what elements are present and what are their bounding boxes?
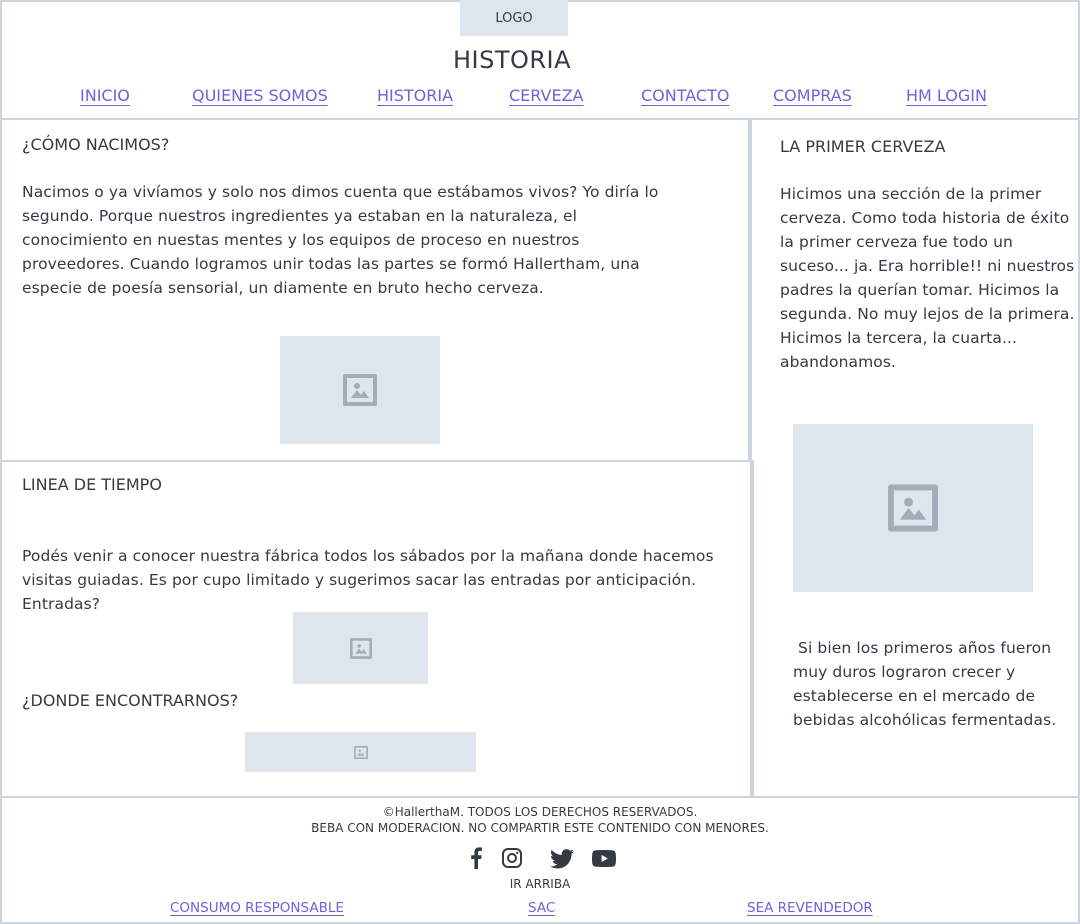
first-beer-heading: LA PRIMER CERVEZA <box>780 137 946 156</box>
page-title: HISTORIA <box>452 46 572 74</box>
nav-inicio[interactable]: INICIO <box>80 86 130 105</box>
origin-image <box>280 336 440 444</box>
first-beer-image <box>793 424 1033 592</box>
image-placeholder-icon <box>343 374 377 406</box>
nav-historia[interactable]: HISTORIA <box>377 86 453 105</box>
back-to-top[interactable]: IR ARRIBA <box>0 877 1080 891</box>
nav-compras[interactable]: COMPRAS <box>773 86 852 105</box>
nav-cerveza[interactable]: CERVEZA <box>509 86 583 105</box>
image-placeholder-icon <box>353 745 368 759</box>
nav-hm-login[interactable]: HM LOGIN <box>906 86 987 105</box>
nav-quienes-somos[interactable]: QUIENES SOMOS <box>192 86 328 105</box>
logo-text: LOGO <box>495 10 533 26</box>
facebook-icon[interactable] <box>466 847 486 869</box>
first-beer-text: Hicimos una sección de la primer cerveza… <box>780 185 1075 371</box>
twitter-icon[interactable] <box>550 849 574 869</box>
footer-link-sea-revendedor[interactable]: SEA REVENDEDOR <box>747 900 873 916</box>
origin-heading: ¿CÓMO NACIMOS? <box>22 135 170 154</box>
youtube-icon[interactable] <box>592 850 616 867</box>
social-links <box>0 846 1080 870</box>
timeline-heading: LINEA DE TIEMPO <box>22 475 162 494</box>
copyright-text: ©HallerthaM. TODOS LOS DERECHOS RESERVAD… <box>382 805 698 819</box>
footer-link-consumo-responsable[interactable]: CONSUMO RESPONSABLE <box>170 900 344 916</box>
timeline-text: Podés venir a conocer nuestra fábrica to… <box>22 547 714 613</box>
moderation-warning: BEBA CON MODERACION. NO COMPARTIR ESTE C… <box>311 821 769 835</box>
first-beer-text-2: Si bien los primeros años fueron muy dur… <box>793 639 1057 729</box>
instagram-icon[interactable] <box>502 848 522 868</box>
find-us-heading: ¿DONDE ENCONTRARNOS? <box>22 691 239 710</box>
origin-text: Nacimos o ya vivíamos y solo nos dimos c… <box>22 183 659 297</box>
nav-contacto[interactable]: CONTACTO <box>641 86 729 105</box>
image-placeholder-icon <box>888 484 938 532</box>
timeline-image <box>293 612 428 684</box>
map-image <box>245 732 476 772</box>
image-placeholder-icon <box>349 637 372 659</box>
logo[interactable]: LOGO <box>460 0 568 36</box>
footer-link-sac[interactable]: SAC <box>528 900 555 916</box>
